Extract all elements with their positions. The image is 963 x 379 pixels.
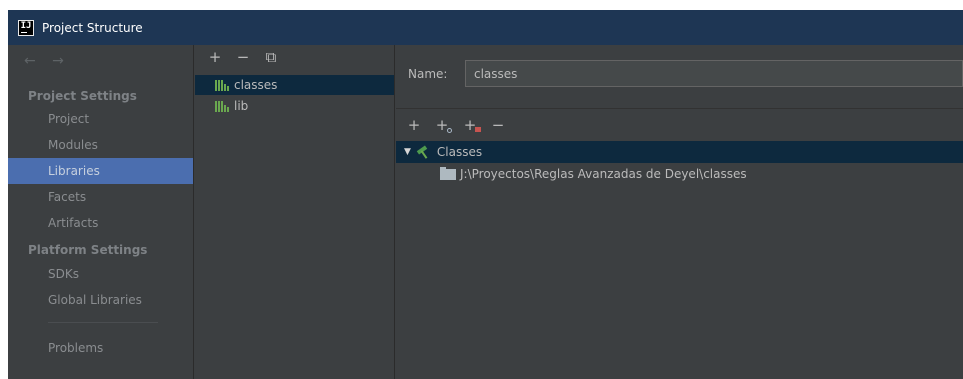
settings-nav: ← → Project Settings Project Modules Lib… <box>8 45 194 379</box>
platform-settings-header: Platform Settings <box>28 243 148 257</box>
library-item-classes[interactable]: classes <box>195 75 394 95</box>
add-root-button[interactable]: + <box>406 117 422 133</box>
nav-item-modules[interactable]: Modules <box>8 132 193 158</box>
nav-divider <box>48 322 158 323</box>
nav-item-artifacts[interactable]: Artifacts <box>8 210 193 236</box>
nav-item-project[interactable]: Project <box>8 106 193 132</box>
library-item-label: lib <box>234 99 249 113</box>
library-detail-panel: Name: + + + − ▼ Classes <box>396 45 963 379</box>
libraries-toolbar: + − ⧉ <box>207 49 279 65</box>
tree-root-label: Classes <box>436 145 483 159</box>
nav-item-libraries[interactable]: Libraries <box>8 158 193 184</box>
nav-item-global-libraries[interactable]: Global Libraries <box>8 287 193 313</box>
hammer-icon <box>416 145 431 159</box>
name-label: Name: <box>408 67 448 81</box>
remove-root-button[interactable]: − <box>490 117 506 133</box>
folder-icon <box>440 166 456 180</box>
project-structure-window: IJ Project Structure ← → Project Setting… <box>8 10 963 379</box>
remove-library-button[interactable]: − <box>235 49 251 65</box>
project-settings-header: Project Settings <box>28 89 137 103</box>
library-icon <box>215 100 229 112</box>
library-roots-tree: + + + − ▼ Classes J:\Proyectos\Reglas Av… <box>396 109 963 379</box>
add-attached-root-button[interactable]: + <box>434 117 452 133</box>
tree-row-classes[interactable]: ▼ Classes <box>396 141 963 163</box>
back-forward-icons[interactable]: ← → <box>24 53 70 69</box>
tree-path-label: J:\Proyectos\Reglas Avanzadas de Deyel\c… <box>460 167 747 181</box>
copy-library-button[interactable]: ⧉ <box>263 49 279 65</box>
attach-badge-icon <box>447 128 452 133</box>
libraries-panel: + − ⧉ classes lib <box>195 45 395 379</box>
library-item-lib[interactable]: lib <box>195 96 394 116</box>
nav-item-sdks[interactable]: SDKs <box>8 261 193 287</box>
add-library-button[interactable]: + <box>207 49 223 65</box>
library-name-input[interactable] <box>465 60 963 87</box>
folder-badge-icon <box>475 127 481 132</box>
library-item-label: classes <box>234 78 278 92</box>
roots-toolbar: + + + − <box>406 117 506 133</box>
library-icon <box>215 79 229 91</box>
title-bar: IJ Project Structure <box>8 10 963 45</box>
window-title: Project Structure <box>42 20 143 35</box>
nav-item-facets[interactable]: Facets <box>8 184 193 210</box>
nav-item-problems[interactable]: Problems <box>8 335 193 361</box>
expand-triangle-icon[interactable]: ▼ <box>404 147 411 157</box>
intellij-app-icon: IJ <box>18 19 34 36</box>
add-excluded-root-button[interactable]: + <box>462 117 481 133</box>
tree-row-path[interactable]: J:\Proyectos\Reglas Avanzadas de Deyel\c… <box>396 163 963 185</box>
